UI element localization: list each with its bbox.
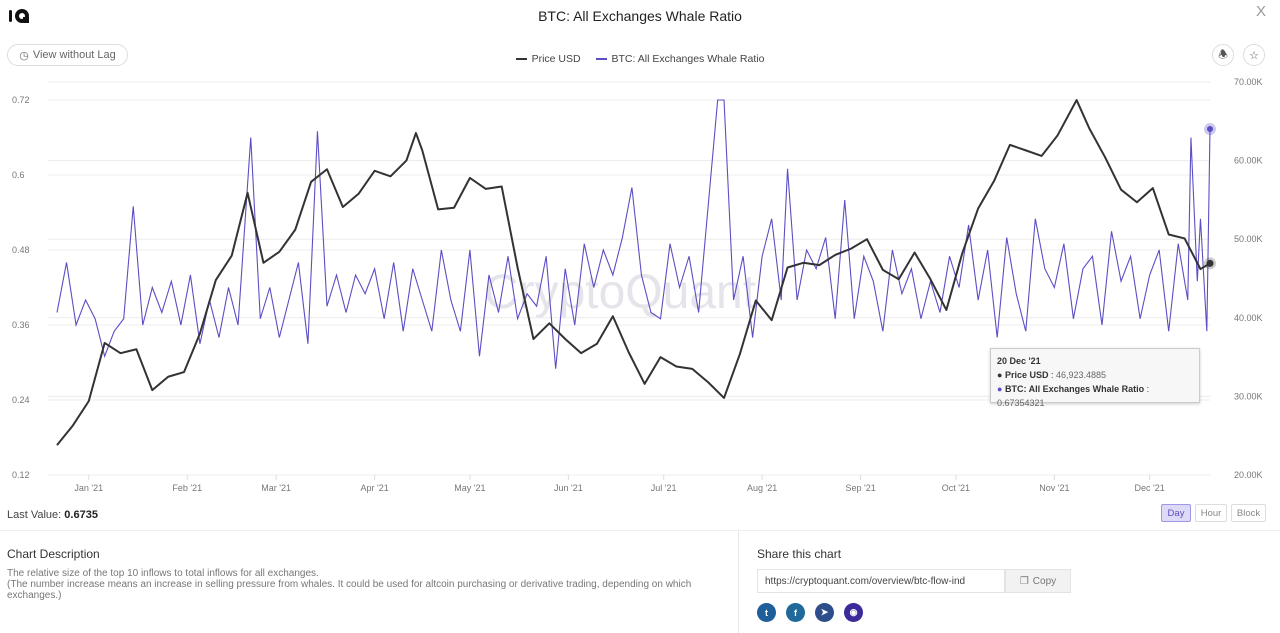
telegram-share-button[interactable]: ➤ xyxy=(815,603,834,622)
y-right-tick-label: 70.00K xyxy=(1234,77,1263,87)
y-left-tick-label: 0.24 xyxy=(12,395,30,405)
resolution-day-button[interactable]: Day xyxy=(1161,504,1191,522)
facebook-share-button[interactable]: f xyxy=(786,603,805,622)
chart-description-title: Chart Description xyxy=(7,547,100,561)
tooltip-price-label: Price USD xyxy=(1004,370,1049,380)
price-hover-point xyxy=(1206,259,1214,267)
tooltip-price-value: 46,923.4885 xyxy=(1055,370,1107,380)
camera-icon: ◉ xyxy=(849,607,858,617)
resolution-block-button[interactable]: Block xyxy=(1231,504,1266,522)
twitter-share-button[interactable]: t xyxy=(757,603,776,622)
y-right-tick-label: 30.00K xyxy=(1234,391,1263,401)
x-tick-label: Mar '21 xyxy=(261,483,291,493)
tooltip-ratio-label: BTC: All Exchanges Whale Ratio xyxy=(1004,384,1145,394)
last-value-label: Last Value: xyxy=(7,509,62,521)
ratio-hover-point xyxy=(1207,126,1213,133)
y-left-tick-label: 0.12 xyxy=(12,470,30,480)
x-tick-label: Aug '21 xyxy=(747,483,777,493)
x-tick-label: Dec '21 xyxy=(1135,483,1165,493)
twitter-icon: t xyxy=(765,607,768,618)
share-url-field[interactable]: https://cryptoquant.com/overview/btc-flo… xyxy=(757,569,1005,593)
x-tick-label: Oct '21 xyxy=(942,483,970,493)
chart-description: The relative size of the top 10 inflows … xyxy=(7,568,732,601)
tooltip-ratio-value: 0.67354321 xyxy=(997,398,1045,408)
x-tick-label: Jul '21 xyxy=(651,483,677,493)
divider-vertical xyxy=(738,531,739,633)
x-tick-label: Feb '21 xyxy=(172,483,202,493)
camera-share-button[interactable]: ◉ xyxy=(844,603,863,622)
y-left-tick-label: 0.48 xyxy=(12,245,30,255)
y-right-tick-label: 60.00K xyxy=(1234,156,1263,166)
y-right-tick-label: 50.00K xyxy=(1234,234,1263,244)
divider xyxy=(0,530,1280,531)
x-tick-label: Jun '21 xyxy=(554,483,583,493)
copy-button[interactable]: ❐ Copy xyxy=(1005,569,1071,593)
y-right-tick-label: 20.00K xyxy=(1234,470,1263,480)
resolution-hour-button[interactable]: Hour xyxy=(1195,504,1227,522)
watermark: CryptoQuant xyxy=(484,266,756,319)
tooltip-date: 20 Dec '21 xyxy=(997,356,1041,366)
x-tick-label: Nov '21 xyxy=(1039,483,1069,493)
tooltip: 20 Dec '21 ● Price USD : 46,923.4885 ● B… xyxy=(990,348,1200,408)
last-value: Last Value: 0.6735 xyxy=(7,509,98,521)
y-right-tick-label: 40.00K xyxy=(1234,313,1263,323)
x-tick-label: Apr '21 xyxy=(361,483,389,493)
copy-label: Copy xyxy=(1032,575,1057,587)
description-line-2: (The number increase means an increase i… xyxy=(7,579,692,601)
y-left-tick-label: 0.36 xyxy=(12,320,30,330)
description-line-1: The relative size of the top 10 inflows … xyxy=(7,568,319,579)
series-line-whale-ratio xyxy=(56,99,1211,369)
telegram-icon: ➤ xyxy=(820,607,829,617)
x-tick-label: Sep '21 xyxy=(845,483,875,493)
y-left-tick-label: 0.72 xyxy=(12,95,30,105)
last-value-number: 0.6735 xyxy=(64,509,98,521)
y-left-tick-label: 0.6 xyxy=(12,170,25,180)
chart-area[interactable]: CryptoQuant 20.00K 30.00K 40.00K 50.00K 60.0… xyxy=(0,0,1280,500)
copy-icon: ❐ xyxy=(1019,575,1029,587)
x-tick-label: Jan '21 xyxy=(74,483,103,493)
x-tick-label: May '21 xyxy=(454,483,485,493)
facebook-icon: f xyxy=(794,607,797,618)
share-title: Share this chart xyxy=(757,547,842,561)
